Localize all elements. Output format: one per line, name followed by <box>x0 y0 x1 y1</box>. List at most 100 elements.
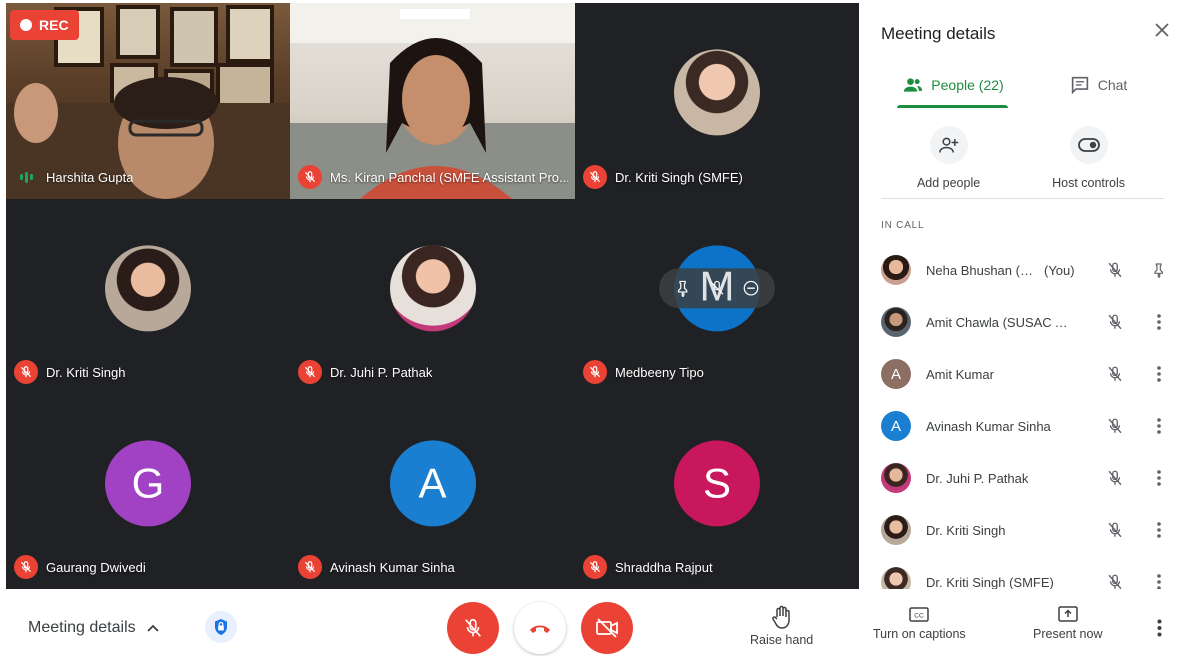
tile-name: Medbeeny Tipo <box>615 364 704 380</box>
more-options-icon[interactable] <box>1147 366 1171 382</box>
more-options-icon[interactable] <box>1157 619 1162 642</box>
mic-off-icon <box>1103 417 1127 435</box>
meeting-details-toggle[interactable]: Meeting details <box>28 619 160 637</box>
tab-chat-label: Chat <box>1097 77 1128 93</box>
close-icon[interactable] <box>1150 18 1174 42</box>
present-now-button[interactable]: Present now <box>1033 605 1102 641</box>
raise-hand-label: Raise hand <box>750 633 814 647</box>
you-tag: (You) <box>1044 262 1075 278</box>
video-grid: REC Harshita Gupta Ms. Kiran Panchal (SM… <box>6 3 859 589</box>
mic-off-icon <box>298 165 322 189</box>
participant-avatar <box>881 307 911 337</box>
people-icon <box>904 78 923 92</box>
meeting-details-panel: Meeting details People (22) Chat Add peo… <box>861 0 1186 589</box>
video-tile-juhi[interactable]: Dr. Juhi P. Pathak <box>290 199 575 394</box>
avatar-initial: A <box>890 417 901 435</box>
tile-nameplate: Shraddha Rajput <box>583 555 713 579</box>
tile-nameplate: Ms. Kiran Panchal (SMFE Assistant Pro... <box>298 165 568 189</box>
recording-badge: REC <box>10 10 79 40</box>
more-options-icon[interactable] <box>1147 314 1171 330</box>
participant-avatar <box>674 49 760 136</box>
present-icon <box>1057 606 1078 622</box>
captions-icon: CC <box>909 607 930 622</box>
tile-nameplate: Gaurang Dwivedi <box>14 555 146 579</box>
meeting-details-label: Meeting details <box>28 619 136 636</box>
participant-row[interactable]: Dr. Kriti Singh <box>881 504 1171 556</box>
present-now-label: Present now <box>1033 627 1103 641</box>
section-heading: IN CALL <box>881 220 925 231</box>
tile-nameplate: Avinash Kumar Sinha <box>298 555 455 579</box>
add-people-button[interactable]: Add people <box>917 126 980 190</box>
participant-row[interactable]: A Avinash Kumar Sinha <box>881 400 1171 452</box>
host-controls-button[interactable]: Host controls <box>1052 126 1125 190</box>
more-options-icon[interactable] <box>1147 522 1171 538</box>
captions-button[interactable]: CC Turn on captions <box>873 605 966 641</box>
panel-title: Meeting details <box>881 24 996 43</box>
mic-off-icon <box>583 555 607 579</box>
video-tile-kriti-smfe[interactable]: Dr. Kriti Singh (SMFE) <box>575 3 859 199</box>
captions-label: Turn on captions <box>873 627 966 641</box>
video-tile-kriti[interactable]: Dr. Kriti Singh <box>6 199 290 394</box>
tab-chat[interactable]: Chat <box>1026 62 1171 108</box>
meet-window: REC Harshita Gupta Ms. Kiran Panchal (SM… <box>0 0 1186 656</box>
control-bar: Meeting details Raise hand CC Turn on ca… <box>0 589 1186 656</box>
participant-row[interactable]: Dr. Juhi P. Pathak <box>881 452 1171 504</box>
participant-name: Dr. Kriti Singh (SMFE) <box>926 574 1054 590</box>
more-options-icon[interactable] <box>1147 418 1171 434</box>
mic-off-icon <box>298 360 322 384</box>
participant-row[interactable]: Dr. Kriti Singh (SMFE) <box>881 556 1171 589</box>
tile-nameplate: Dr. Juhi P. Pathak <box>298 360 432 384</box>
pin-icon[interactable] <box>1147 261 1171 279</box>
speaking-indicator-icon <box>14 165 38 189</box>
video-tile-gaurang[interactable]: G Gaurang Dwivedi <box>6 394 290 589</box>
svg-text:CC: CC <box>915 613 925 620</box>
chat-icon <box>1071 76 1088 94</box>
tab-people[interactable]: People (22) <box>881 62 1026 108</box>
video-tile-kiran[interactable]: Ms. Kiran Panchal (SMFE Assistant Pro... <box>290 3 575 199</box>
divider <box>881 198 1164 199</box>
tile-name: Avinash Kumar Sinha <box>330 559 455 575</box>
participant-name: Dr. Kriti Singh <box>926 522 1006 538</box>
camera-toggle-button[interactable] <box>581 602 633 654</box>
more-options-icon[interactable] <box>1147 574 1171 589</box>
add-people-label: Add people <box>916 176 981 190</box>
add-person-icon <box>929 126 968 164</box>
tile-name: Dr. Kriti Singh (SMFE) <box>615 169 743 185</box>
mic-off-icon <box>583 360 607 384</box>
avatar-initial: A <box>890 365 901 383</box>
raise-hand-button[interactable]: Raise hand <box>750 605 813 647</box>
remove-icon[interactable] <box>737 274 765 302</box>
mic-off-icon[interactable] <box>703 274 731 302</box>
participant-avatar <box>881 255 911 285</box>
video-tile-avinash[interactable]: A Avinash Kumar Sinha <box>290 394 575 589</box>
avatar-initial: G <box>131 458 165 506</box>
mic-toggle-button[interactable] <box>447 602 499 654</box>
leave-call-button[interactable] <box>514 602 566 654</box>
tile-name: Ms. Kiran Panchal (SMFE Assistant Pro... <box>330 169 568 185</box>
participant-avatar: A <box>389 439 476 526</box>
chevron-up-icon <box>146 624 159 632</box>
tile-nameplate: Harshita Gupta <box>14 165 133 189</box>
participant-avatar: G <box>105 439 191 526</box>
tile-name: Harshita Gupta <box>46 169 134 185</box>
panel-tabs: People (22) Chat <box>881 62 1171 108</box>
video-tile-harshita[interactable]: REC Harshita Gupta <box>6 3 290 199</box>
participant-avatar <box>389 244 476 331</box>
tile-nameplate: Medbeeny Tipo <box>583 360 704 384</box>
participant-row[interactable]: A Amit Kumar <box>881 348 1171 400</box>
panel-actions: Add people Host controls <box>881 126 1161 190</box>
video-tile-medbeeny[interactable]: M Medbeeny Tipo <box>575 199 859 394</box>
toggle-icon <box>1069 126 1108 164</box>
security-shield-icon[interactable] <box>205 611 237 643</box>
participant-avatar: S <box>674 439 760 526</box>
pin-icon[interactable] <box>669 274 697 302</box>
participant-avatar: A <box>881 411 911 441</box>
mic-off-icon <box>465 618 481 637</box>
participant-row[interactable]: Neha Bhushan (S... (You) <box>881 244 1171 296</box>
participant-row[interactable]: Amit Chawla (SUSAC As... <box>881 296 1171 348</box>
more-options-icon[interactable] <box>1147 470 1171 486</box>
mic-off-icon <box>583 165 607 189</box>
tile-name: Dr. Kriti Singh <box>46 364 126 380</box>
video-tile-shraddha[interactable]: S Shraddha Rajput <box>575 394 859 589</box>
tile-name: Gaurang Dwivedi <box>46 559 146 575</box>
